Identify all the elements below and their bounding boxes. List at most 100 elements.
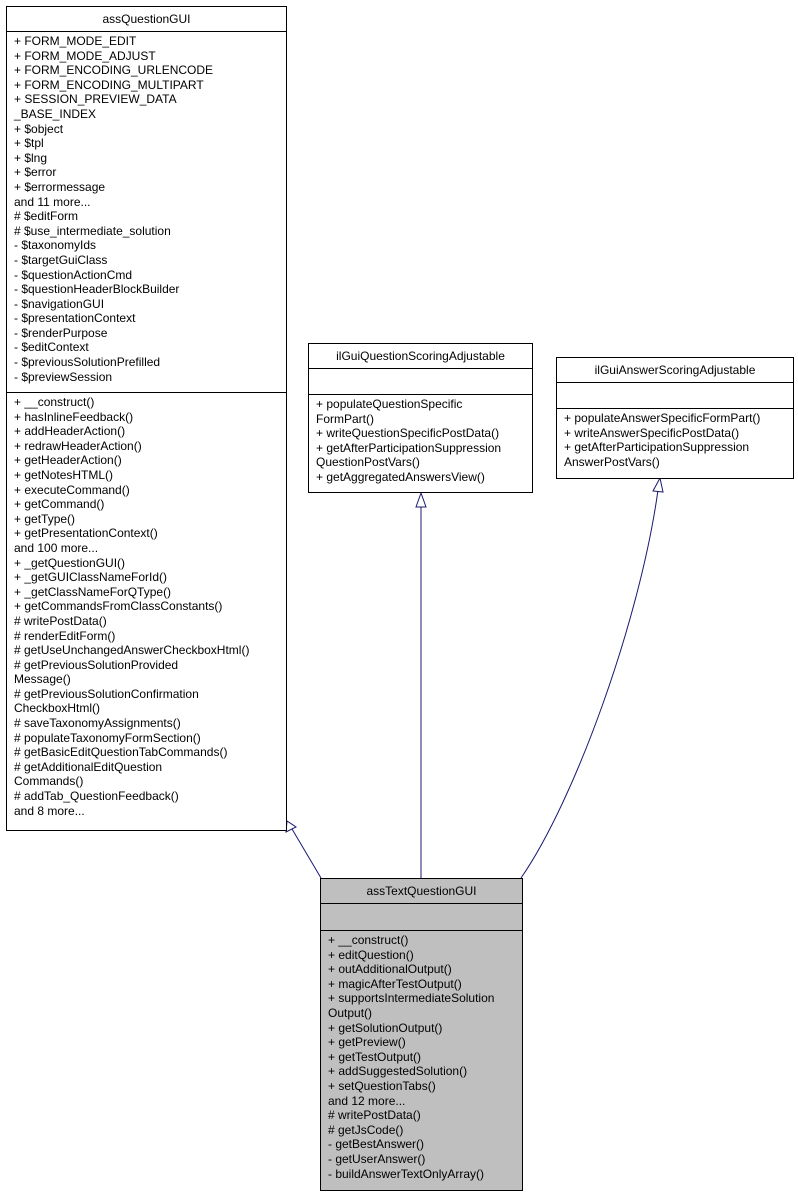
class-method: + writeAnswerSpecificPostData() xyxy=(564,425,740,440)
class-title: ilGuiAnswerScoringAdjustable xyxy=(557,358,793,383)
class-attribute: + FORM_MODE_ADJUST xyxy=(14,48,156,63)
class-attribute: - $taxonomyIds xyxy=(14,238,97,253)
class-attribute: + FORM_MODE_EDIT xyxy=(14,34,137,48)
class-method: + __construct() xyxy=(328,933,409,947)
class-method: - getUserAnswer() xyxy=(328,1151,426,1166)
class-method: + populateQuestionSpecific xyxy=(316,397,463,411)
class-attribute: + $object xyxy=(14,121,64,136)
class-attribute: + SESSION_PREVIEW_DATA xyxy=(14,92,177,107)
class-method: # addTab_QuestionFeedback() xyxy=(14,789,179,804)
class-box-assTextQuestionGUI[interactable]: assTextQuestionGUI + __construct() + edit… xyxy=(320,878,523,1191)
class-method: + getType() xyxy=(14,511,76,526)
class-attribute: - $presentationContext xyxy=(14,311,136,326)
methods-section: + __construct() + hasInlineFeedback() + ad… xyxy=(7,393,286,820)
class-method: + _getGUIClassNameForId() xyxy=(14,570,168,585)
attributes-section xyxy=(557,383,793,409)
class-method: + getCommand() xyxy=(14,497,105,512)
class-attribute: - $previewSession xyxy=(14,369,113,384)
class-method: + setQuestionTabs() xyxy=(328,1078,436,1093)
attributes-section xyxy=(321,904,522,931)
methods-section: + populateQuestionSpecific FormPart() + wr… xyxy=(309,395,532,487)
attributes-section xyxy=(309,369,532,395)
class-title: ilGuiQuestionScoringAdjustable xyxy=(309,344,532,369)
class-method: Output() xyxy=(328,1005,373,1020)
class-method: # getAdditionalEditQuestion xyxy=(14,759,163,774)
class-method: - getBestAnswer() xyxy=(328,1137,425,1152)
class-method: # getPreviousSolutionProvided xyxy=(14,657,179,672)
attributes-section: + FORM_MODE_EDIT + FORM_MODE_ADJUST + FORM… xyxy=(7,32,286,393)
class-method: + writeQuestionSpecificPostData() xyxy=(316,426,500,441)
class-method: Message() xyxy=(14,672,71,687)
class-attribute: - $targetGuiClass xyxy=(14,252,108,267)
class-method: + executeCommand() xyxy=(14,482,130,497)
class-method: QuestionPostVars() xyxy=(316,455,420,470)
class-method: + getAggregatedAnswersView() xyxy=(316,469,485,484)
class-method: + getAfterParticipationSuppression xyxy=(316,440,502,455)
class-method: and 100 more... xyxy=(14,540,99,555)
inheritance-arrowhead-ilGuiAnswerScoringAdjustable xyxy=(652,476,664,493)
class-method: + populateAnswerSpecificFormPart() xyxy=(564,411,761,425)
class-method: and 8 more... xyxy=(14,803,85,818)
class-method: CheckboxHtml() xyxy=(14,701,101,716)
class-method: # saveTaxonomyAssignments() xyxy=(14,716,181,731)
class-method: + getCommandsFromClassConstants() xyxy=(14,599,223,614)
class-method: + hasInlineFeedback() xyxy=(14,409,134,424)
class-method: - buildAnswerTextOnlyArray() xyxy=(328,1166,485,1181)
class-attribute: # $use_intermediate_solution xyxy=(14,223,171,238)
class-method: + getNotesHTML() xyxy=(14,467,114,482)
class-method: + addSuggestedSolution() xyxy=(328,1064,468,1079)
class-method: + _getQuestionGUI() xyxy=(14,555,126,570)
class-attribute: + $lng xyxy=(14,150,48,165)
class-method: FormPart() xyxy=(316,411,374,426)
class-box-assQuestionGUI[interactable]: assQuestionGUI + FORM_MODE_EDIT + FORM_MO… xyxy=(6,6,287,831)
class-method: Commands() xyxy=(14,774,84,789)
edge-to-ilGuiAnswerScoringAdjustable xyxy=(520,489,659,879)
class-method: + getPresentationContext() xyxy=(14,526,158,541)
class-method: + magicAfterTestOutput() xyxy=(328,976,462,991)
edge-to-assQuestionGUI xyxy=(291,828,322,879)
class-method: + getHeaderAction() xyxy=(14,453,122,468)
class-attribute: + FORM_ENCODING_URLENCODE xyxy=(14,63,214,78)
class-attribute: _BASE_INDEX xyxy=(14,106,97,121)
class-title: assQuestionGUI xyxy=(7,7,286,32)
class-box-ilGuiQuestionScoringAdjustable[interactable]: ilGuiQuestionScoringAdjustable + populat… xyxy=(308,343,533,493)
methods-section: + populateAnswerSpecificFormPart() + writ… xyxy=(557,409,793,471)
class-method: # getUseUnchangedAnswerCheckboxHtml() xyxy=(14,643,250,658)
class-method: and 12 more... xyxy=(328,1093,406,1108)
class-attribute: - $questionHeaderBlockBuilder xyxy=(14,282,180,297)
class-attribute: + $tpl xyxy=(14,136,44,151)
class-method: + redrawHeaderAction() xyxy=(14,438,142,453)
methods-section: + __construct() + editQuestion() + outAddi… xyxy=(321,931,522,1183)
class-method: # getBasicEditQuestionTabCommands() xyxy=(14,745,228,760)
class-method: + outAdditionalOutput() xyxy=(328,962,452,977)
class-attribute: - $renderPurpose xyxy=(14,325,108,340)
class-method: + getTestOutput() xyxy=(328,1049,422,1064)
class-method: + getPreview() xyxy=(328,1035,406,1050)
class-method: # getPreviousSolutionConfirmation xyxy=(14,686,199,701)
class-method: + editQuestion() xyxy=(328,947,414,962)
class-method: # populateTaxonomyFormSection() xyxy=(14,730,201,745)
class-box-ilGuiAnswerScoringAdjustable[interactable]: ilGuiAnswerScoringAdjustable + populateA… xyxy=(556,357,794,479)
class-method: + getSolutionOutput() xyxy=(328,1020,443,1035)
class-method: # renderEditForm() xyxy=(14,628,116,643)
inheritance-arrowhead-assQuestionGUI xyxy=(285,820,297,833)
class-method: + addHeaderAction() xyxy=(14,424,126,439)
class-attribute: + FORM_ENCODING_MULTIPART xyxy=(14,77,204,92)
class-method: + supportsIntermediateSolution xyxy=(328,991,495,1006)
class-attribute: and 11 more... xyxy=(14,194,91,209)
class-attribute: - $questionActionCmd xyxy=(14,267,133,282)
class-method: + _getClassNameForQType() xyxy=(14,584,172,599)
class-method: + __construct() xyxy=(14,395,95,409)
class-method: # writePostData() xyxy=(14,613,107,628)
inheritance-arrowhead-ilGuiQuestionScoringAdjustable xyxy=(415,491,427,508)
class-attribute: - $editContext xyxy=(14,340,89,355)
class-method: + getAfterParticipationSuppression xyxy=(564,440,750,455)
class-method: AnswerPostVars() xyxy=(564,454,660,469)
class-attribute: - $previousSolutionPrefilled xyxy=(14,355,161,370)
class-title: assTextQuestionGUI xyxy=(321,879,522,904)
class-attribute: + $error xyxy=(14,165,57,180)
class-attribute: - $navigationGUI xyxy=(14,296,105,311)
class-method: # getJsCode() xyxy=(328,1122,404,1137)
class-attribute: + $errormessage xyxy=(14,179,106,194)
class-method: # writePostData() xyxy=(328,1108,421,1123)
